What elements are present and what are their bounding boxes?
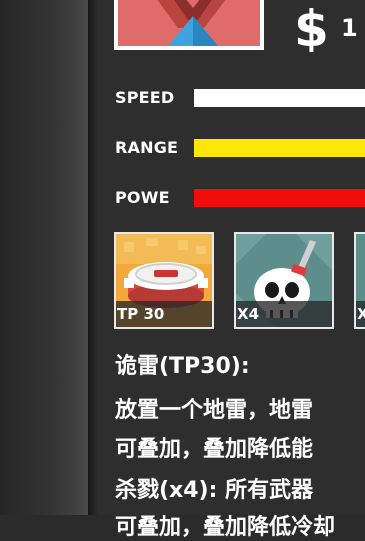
description-line-4: 可叠加，叠加降低冷却	[115, 515, 336, 540]
tower-portrait[interactable]	[114, 0, 264, 50]
currency-value: 1	[341, 14, 358, 42]
tower-x-icon	[118, 0, 260, 46]
speed-bar	[194, 89, 365, 107]
perk-card-x4[interactable]: X4	[234, 232, 334, 329]
panel-edge-shadow	[88, 0, 98, 515]
perk-card-tp30[interactable]: TP 30	[114, 232, 214, 329]
perk-card-partial[interactable]: X	[354, 232, 365, 329]
perk-label-x4: X4	[236, 301, 332, 327]
perk-label-partial: X	[356, 301, 365, 327]
power-bar	[194, 189, 365, 207]
range-bar	[194, 139, 365, 157]
tower-image	[118, 0, 260, 46]
perk-label-tp30: TP 30	[116, 301, 212, 327]
stat-label-speed: SPEED	[115, 88, 175, 107]
description-line-2: 可叠加，叠加降低能	[115, 437, 314, 462]
perk-title-tp30: 诡雷(TP30):	[115, 354, 250, 379]
svg-text:$: $	[294, 2, 329, 52]
dollar-icon: $	[294, 2, 329, 52]
description-line-1: 放置一个地雷，地雷	[115, 398, 314, 423]
description-line-3: 杀戮(x4): 所有武器	[115, 478, 314, 503]
stat-label-power: POWE	[115, 188, 170, 207]
stat-label-range: RANGE	[115, 138, 179, 157]
left-background-strip	[0, 0, 88, 515]
